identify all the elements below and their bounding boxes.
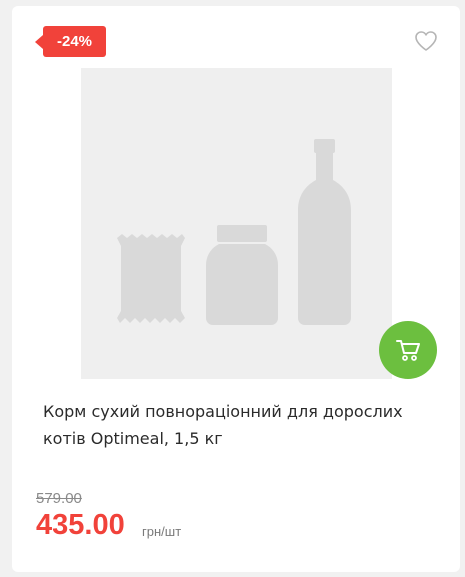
add-to-cart-button[interactable] — [379, 321, 437, 379]
old-price: 579.00 — [36, 490, 82, 507]
current-price: 435.00 — [36, 509, 125, 541]
price-unit: грн/шт — [142, 524, 182, 539]
product-image[interactable] — [81, 68, 392, 379]
heart-icon — [415, 31, 437, 51]
favorite-button[interactable] — [413, 29, 439, 53]
discount-badge: -24% — [35, 26, 106, 57]
product-card[interactable]: -24% Корм сухий повнораціонний для дорос… — [12, 6, 460, 572]
cart-icon — [396, 340, 420, 361]
product-placeholder-icon — [117, 139, 351, 325]
product-title[interactable]: Корм сухий повнораціонний для дорослих к… — [43, 398, 441, 452]
